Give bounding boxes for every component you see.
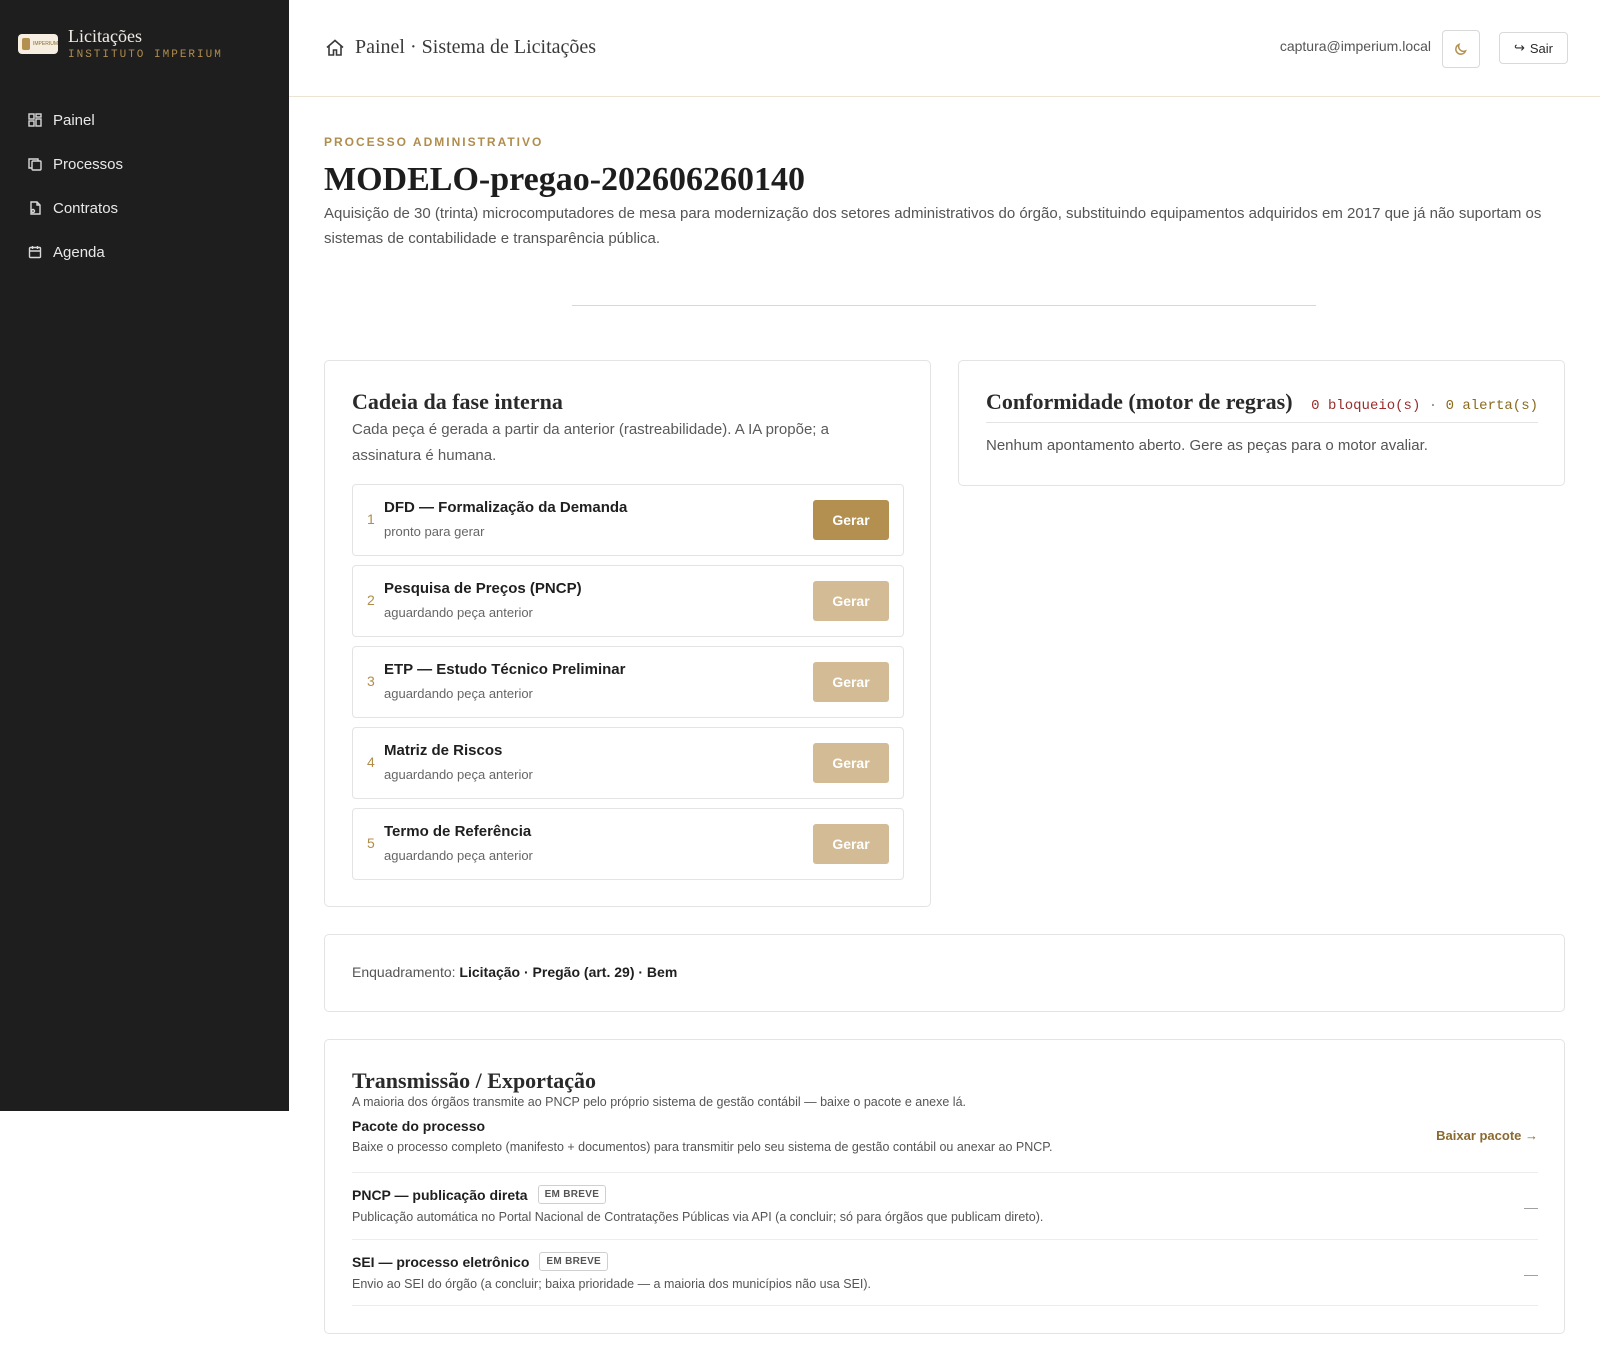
step-status: pronto para gerar bbox=[384, 524, 485, 539]
framing-text: Enquadramento: Licitação · Pregão (art. … bbox=[352, 964, 677, 980]
chain-step: 5 Termo de Referência aguardando peça an… bbox=[352, 808, 904, 880]
framing-card: Enquadramento: Licitação · Pregão (art. … bbox=[324, 934, 1565, 1012]
row-description: Baixe o processo completo (manifesto + d… bbox=[352, 1140, 1053, 1154]
transmission-title: Transmissão / Exportação bbox=[352, 1068, 597, 1093]
download-package-link[interactable]: Baixar pacote → bbox=[1436, 1128, 1538, 1143]
dashboard-icon bbox=[28, 113, 42, 127]
page-eyebrow: PROCESSO ADMINISTRATIVO bbox=[324, 135, 544, 149]
sidebar-item-processos[interactable]: Processos bbox=[28, 142, 123, 186]
step-name: Matriz de Riscos bbox=[384, 742, 503, 759]
step-status: aguardando peça anterior bbox=[384, 848, 533, 863]
step-number: 4 bbox=[367, 754, 375, 770]
framing-value: Licitação · Pregão (art. 29) · Bem bbox=[459, 964, 678, 980]
chain-card: Cadeia da fase interna Cada peça é gerad… bbox=[324, 360, 931, 907]
coming-soon-badge: EM BREVE bbox=[537, 1185, 607, 1204]
sidebar-item-label: Agenda bbox=[53, 243, 105, 261]
logout-label: Sair bbox=[1529, 40, 1553, 56]
breadcrumb: Painel · Sistema de Licitações bbox=[325, 36, 596, 59]
row-title: Pacote do processo bbox=[352, 1118, 486, 1134]
step-number: 2 bbox=[367, 592, 375, 608]
process-description: Aquisição de 30 (trinta) microcomputador… bbox=[324, 205, 1542, 247]
transmission-row: SEI — processo eletrônico EM BREVE Envio… bbox=[352, 1252, 1538, 1306]
brand-subtitle: INSTITUTO IMPERIUM bbox=[68, 49, 223, 61]
chain-step: 3 ETP — Estudo Técnico Preliminar aguard… bbox=[352, 646, 904, 718]
step-name: DFD — Formalização da Demanda bbox=[384, 499, 628, 516]
sidebar-item-label: Processos bbox=[53, 155, 124, 173]
count-separator: · bbox=[1428, 398, 1438, 414]
sidebar-item-contratos[interactable]: Contratos bbox=[28, 186, 123, 230]
logout-button[interactable]: ↪ Sair bbox=[1498, 32, 1568, 64]
alert-count: 0 alerta(s) bbox=[1445, 398, 1538, 414]
conformity-empty-message: Nenhum apontamento aberto. Gere as peças… bbox=[986, 437, 1428, 454]
transmission-card: Transmissão / Exportação A maioria dos ó… bbox=[324, 1039, 1565, 1334]
conformity-title: Conformidade (motor de regras) bbox=[986, 389, 1293, 414]
step-name: Termo de Referência bbox=[384, 823, 532, 840]
breadcrumb-text: Painel · Sistema de Licitações bbox=[355, 36, 597, 58]
conformity-counts: 0 bloqueio(s) · 0 alerta(s) bbox=[1311, 398, 1538, 414]
row-action-placeholder: — bbox=[1524, 1199, 1538, 1215]
sidebar-nav: Painel Processos Contratos Agenda bbox=[28, 98, 123, 274]
row-title: SEI — processo eletrônico bbox=[352, 1253, 530, 1270]
step-number: 5 bbox=[367, 835, 375, 851]
step-number: 1 bbox=[367, 511, 375, 527]
generate-button[interactable]: Gerar bbox=[813, 824, 889, 864]
sidebar: IMPERIUM Licitações INSTITUTO IMPERIUM P… bbox=[0, 0, 289, 1111]
home-icon[interactable] bbox=[325, 38, 345, 58]
theme-toggle-button[interactable] bbox=[1442, 30, 1480, 68]
moon-icon bbox=[1455, 43, 1467, 55]
row-title: PNCP — publicação direta bbox=[352, 1186, 528, 1203]
row-action-placeholder: — bbox=[1524, 1266, 1538, 1282]
brand-title: Licitações bbox=[68, 26, 142, 46]
sidebar-item-agenda[interactable]: Agenda bbox=[28, 230, 123, 274]
copy-icon bbox=[28, 158, 42, 171]
calendar-icon bbox=[28, 246, 42, 259]
step-status: aguardando peça anterior bbox=[384, 767, 533, 782]
row-description: Envio ao SEI do órgão (a concluir; baixa… bbox=[352, 1277, 872, 1291]
sidebar-item-painel[interactable]: Painel bbox=[28, 98, 123, 142]
conformity-card: Conformidade (motor de regras) 0 bloquei… bbox=[958, 360, 1565, 486]
logo-text: IMPERIUM bbox=[33, 41, 58, 47]
chain-step: 2 Pesquisa de Preços (PNCP) aguardando p… bbox=[352, 565, 904, 637]
step-name: Pesquisa de Preços (PNCP) bbox=[384, 580, 582, 597]
generate-button[interactable]: Gerar bbox=[813, 581, 889, 621]
chain-subtitle: Cada peça é gerada a partir da anterior … bbox=[352, 421, 829, 464]
brand-logo: IMPERIUM bbox=[18, 34, 58, 54]
top-header: Painel · Sistema de Licitações captura@i… bbox=[289, 0, 1600, 97]
transmission-row: PNCP — publicação direta EM BREVE Public… bbox=[352, 1185, 1538, 1240]
framing-label: Enquadramento: bbox=[352, 964, 456, 980]
transmission-row: Pacote do processo Baixe o processo comp… bbox=[352, 1118, 1538, 1173]
block-count: 0 bloqueio(s) bbox=[1311, 398, 1421, 414]
chain-step: 1 DFD — Formalização da Demanda pronto p… bbox=[352, 484, 904, 556]
sidebar-item-label: Painel bbox=[53, 111, 95, 129]
user-email: captura@imperium.local bbox=[1279, 38, 1431, 54]
step-status: aguardando peça anterior bbox=[384, 605, 533, 620]
brand[interactable]: IMPERIUM Licitações INSTITUTO IMPERIUM bbox=[18, 26, 223, 62]
generate-button[interactable]: Gerar bbox=[813, 662, 889, 702]
step-name: ETP — Estudo Técnico Preliminar bbox=[384, 661, 626, 678]
coming-soon-badge: EM BREVE bbox=[539, 1252, 609, 1271]
logo-mark bbox=[22, 38, 30, 50]
page-title: MODELO-pregao-202606260140 bbox=[324, 161, 806, 198]
divider bbox=[572, 305, 1316, 306]
chain-step: 4 Matriz de Riscos aguardando peça anter… bbox=[352, 727, 904, 799]
chain-title: Cadeia da fase interna bbox=[352, 389, 563, 414]
generate-button[interactable]: Gerar bbox=[813, 743, 889, 783]
contract-icon bbox=[30, 201, 41, 215]
generate-button[interactable]: Gerar bbox=[813, 500, 889, 540]
logout-icon: ↪ bbox=[1513, 40, 1525, 55]
row-description: Publicação automática no Portal Nacional… bbox=[352, 1210, 1044, 1224]
step-number: 3 bbox=[367, 673, 375, 689]
step-status: aguardando peça anterior bbox=[384, 686, 533, 701]
sidebar-item-label: Contratos bbox=[53, 199, 119, 217]
transmission-subtitle: A maioria dos órgãos transmite ao PNCP p… bbox=[352, 1095, 967, 1109]
